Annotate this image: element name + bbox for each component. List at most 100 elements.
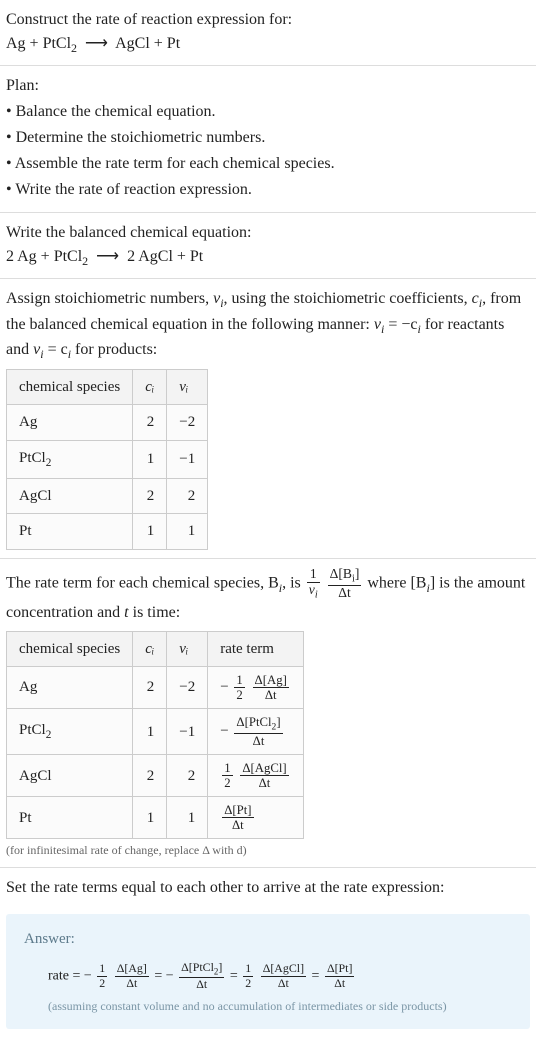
frac-bot: Δt: [179, 978, 224, 991]
balanced-equation: 2 Ag + PtCl2 ⟶ 2 AgCl + Pt: [6, 245, 530, 270]
c-symbol: c: [472, 290, 479, 307]
text: cᵢ: [145, 641, 154, 657]
cell-rateterm: Δ[Pt]Δt: [208, 797, 304, 839]
text: , using the stoichiometric coefficients,: [224, 290, 472, 307]
cell-nu: −1: [167, 440, 208, 478]
arrow-icon: ⟶: [96, 245, 119, 269]
cell-c: 1: [133, 709, 167, 755]
cell-species: Ag: [7, 667, 133, 709]
infinitesimal-note: (for infinitesimal rate of change, repla…: [6, 841, 530, 859]
frac-bot: Δt: [261, 977, 306, 990]
frac-bot: Δt: [234, 734, 282, 748]
rateterm-table: chemical species cᵢ νᵢ rate term Ag 2 −2…: [6, 631, 304, 840]
final-section: Set the rate terms equal to each other t…: [0, 868, 536, 908]
table-row: PtCl2 1 −1: [7, 440, 208, 478]
table-row: Ag 2 −2 − 12 Δ[Ag]Δt: [7, 667, 304, 709]
col-species: chemical species: [7, 369, 133, 405]
cell-nu: 2: [167, 478, 208, 514]
cell-c: 2: [133, 667, 167, 709]
frac-half: 12: [234, 673, 244, 702]
cell-species: Ag: [7, 405, 133, 441]
frac-half: 12: [97, 962, 107, 989]
frac-bot: 2: [243, 977, 253, 990]
frac-top: Δ[AgCl]: [261, 962, 306, 976]
text: , is: [282, 574, 305, 591]
answer-label: Answer:: [24, 928, 512, 951]
text: PtCl: [19, 450, 46, 466]
intro-rhs: AgCl + Pt: [115, 35, 180, 52]
col-species: chemical species: [7, 631, 133, 667]
equals: =: [154, 968, 165, 983]
frac-top: Δ[Bi]: [328, 567, 362, 586]
table-row: Ag 2 −2: [7, 405, 208, 441]
plan-list: Balance the chemical equation. Determine…: [6, 100, 530, 202]
text: PtCl: [19, 722, 46, 738]
text: ]: [355, 566, 360, 581]
intro-sub: 2: [71, 41, 77, 55]
frac-top: Δ[Pt]: [222, 803, 253, 818]
frac-half: 12: [222, 761, 232, 790]
frac-top: 1: [97, 962, 107, 976]
frac-delta-b: Δ[Bi] Δt: [328, 567, 362, 601]
rateterm-lead: The rate term for each chemical species,…: [6, 567, 530, 625]
cell-nu: −2: [167, 405, 208, 441]
table-header-row: chemical species cᵢ νᵢ: [7, 369, 208, 405]
text: Δ[B: [330, 566, 352, 581]
cell-species: Pt: [7, 797, 133, 839]
plan-item: Balance the chemical equation.: [6, 100, 530, 124]
plan-item: Determine the stoichiometric numbers.: [6, 126, 530, 150]
text: ]: [218, 960, 222, 974]
text: νᵢ: [179, 379, 188, 395]
frac-bot: 2: [222, 776, 232, 790]
plan-item: Write the rate of reaction expression.: [6, 178, 530, 202]
sign: −: [166, 968, 174, 983]
text: Assign stoichiometric numbers,: [6, 290, 213, 307]
frac-bot: Δt: [328, 586, 362, 601]
frac-one-over-nu: 1 νi: [307, 567, 320, 601]
frac-delta: Δ[PtCl2]Δt: [234, 715, 282, 748]
table-row: Pt 1 1: [7, 514, 208, 550]
frac-bot: 2: [97, 977, 107, 990]
frac-top: 1: [234, 673, 244, 688]
text: = −c: [384, 316, 417, 333]
frac-top: Δ[AgCl]: [240, 761, 288, 776]
rateterm-section: The rate term for each chemical species,…: [0, 559, 536, 869]
cell-nu: −2: [167, 667, 208, 709]
col-rateterm: rate term: [208, 631, 304, 667]
frac-bot: Δt: [240, 776, 288, 790]
balanced-lhs: 2 Ag + PtCl: [6, 248, 82, 265]
equals: =: [230, 968, 241, 983]
frac-dptcl: Δ[PtCl2]Δt: [179, 961, 224, 991]
cell-species: AgCl: [7, 755, 133, 797]
frac-bot: νi: [307, 583, 320, 601]
frac-half: 12: [243, 962, 253, 989]
balanced-sub: 2: [82, 254, 88, 268]
cell-nu: 1: [167, 514, 208, 550]
cell-species: AgCl: [7, 478, 133, 514]
cell-species: Pt: [7, 514, 133, 550]
intro-section: Construct the rate of reaction expressio…: [0, 0, 536, 66]
frac-top: Δ[Ag]: [253, 673, 289, 688]
cell-rateterm: − Δ[PtCl2]Δt: [208, 709, 304, 755]
sign: −: [220, 723, 228, 739]
intro-lhs: Ag + PtCl: [6, 35, 71, 52]
frac-top: Δ[Pt]: [325, 962, 354, 976]
cell-species: PtCl2: [7, 440, 133, 478]
text: Δ[PtCl: [181, 960, 214, 974]
frac-bot: Δt: [222, 818, 253, 832]
cell-c: 1: [133, 797, 167, 839]
plan-heading: Plan:: [6, 74, 530, 98]
frac-top: Δ[PtCl2]: [179, 961, 224, 978]
plan-section: Plan: Balance the chemical equation. Det…: [0, 66, 536, 213]
frac-bot: Δt: [253, 688, 289, 702]
col-nu: νᵢ: [167, 369, 208, 405]
assumption-note: (assuming constant volume and no accumul…: [48, 997, 512, 1015]
final-lead: Set the rate terms equal to each other t…: [6, 876, 530, 900]
arrow-icon: ⟶: [85, 32, 108, 56]
text: is time:: [129, 604, 181, 621]
frac-top: 1: [243, 962, 253, 976]
frac-delta: Δ[Pt]Δt: [222, 803, 253, 832]
text: Δ[PtCl: [236, 715, 271, 729]
table-row: Pt 1 1 Δ[Pt]Δt: [7, 797, 304, 839]
cell-c: 1: [133, 440, 167, 478]
